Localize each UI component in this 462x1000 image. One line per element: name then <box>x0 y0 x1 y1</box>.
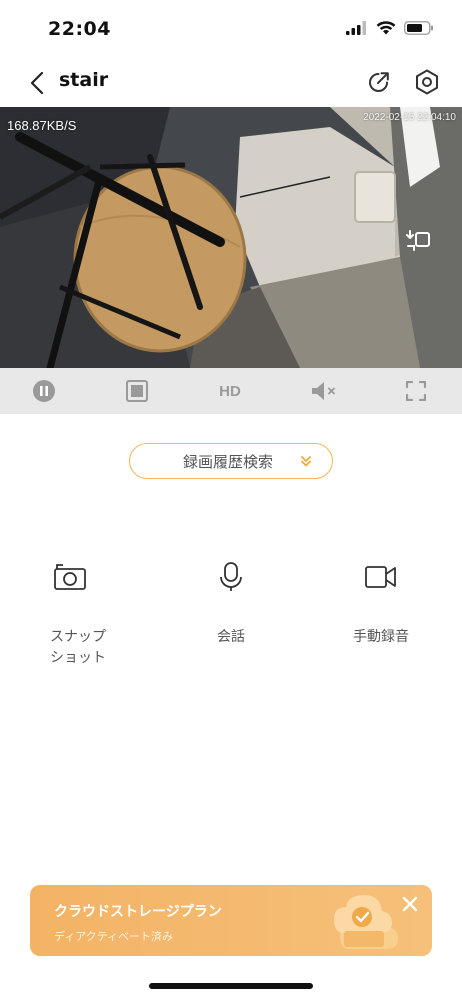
status-icons <box>346 21 434 35</box>
microphone-icon <box>214 562 248 592</box>
pause-button[interactable] <box>30 377 58 405</box>
status-time: 22:04 <box>48 18 111 40</box>
cloud-check-icon <box>334 895 398 949</box>
snapshot-button[interactable]: スナップ ショット <box>25 562 135 669</box>
recording-history-search-button[interactable]: 録画履歴検索 <box>129 443 333 479</box>
wifi-icon <box>376 21 396 35</box>
video-control-bar: HD <box>0 368 462 414</box>
settings-icon[interactable] <box>413 68 441 96</box>
manual-record-label: 手動録音 <box>353 629 409 645</box>
snapshot-label: スナップ ショット <box>50 627 106 669</box>
live-video-view[interactable]: 168.87KB/S 2022-02-15 22:04:10 <box>0 107 462 368</box>
nav-bar: stair <box>0 60 462 106</box>
camera-icon <box>53 562 87 592</box>
manual-record-button[interactable]: 手動録音 <box>326 562 436 648</box>
cloud-storage-banner[interactable]: クラウドストレージプラン ディアクティベート済み <box>30 885 432 956</box>
chevron-left-icon <box>30 71 44 95</box>
stop-button[interactable] <box>123 377 151 405</box>
status-bar: 22:04 <box>0 0 462 60</box>
hd-quality-button[interactable]: HD <box>215 377 245 405</box>
fullscreen-icon <box>406 381 426 401</box>
snapshot-label-line1: スナップ <box>50 629 106 645</box>
recording-history-search-label: 録画履歴検索 <box>182 452 273 471</box>
battery-icon <box>404 21 433 35</box>
rotate-screen-icon[interactable] <box>405 227 433 253</box>
back-button[interactable] <box>24 68 50 98</box>
double-chevron-down-icon <box>301 456 311 467</box>
home-indicator <box>149 983 313 989</box>
stop-icon <box>125 380 148 402</box>
close-icon[interactable] <box>399 893 421 915</box>
bitrate-readout: 168.87KB/S <box>7 118 77 133</box>
cloud-banner-status: ディアクティベート済み <box>54 930 174 943</box>
speaker-muted-icon <box>311 382 335 400</box>
pause-icon <box>33 380 55 402</box>
cloud-banner-title: クラウドストレージプラン <box>54 904 222 920</box>
mute-button[interactable] <box>310 377 338 405</box>
share-icon[interactable] <box>366 69 392 95</box>
talk-button[interactable]: 会話 <box>176 562 286 648</box>
snapshot-label-line2: ショット <box>50 650 106 666</box>
cellular-signal-icon <box>346 21 366 35</box>
talk-label: 会話 <box>217 629 245 645</box>
page-title: stair <box>59 69 109 91</box>
video-camera-icon <box>364 562 398 592</box>
camera-feed-image <box>0 107 462 368</box>
fullscreen-button[interactable] <box>402 377 430 405</box>
video-timestamp: 2022-02-15 22:04:10 <box>363 112 456 123</box>
